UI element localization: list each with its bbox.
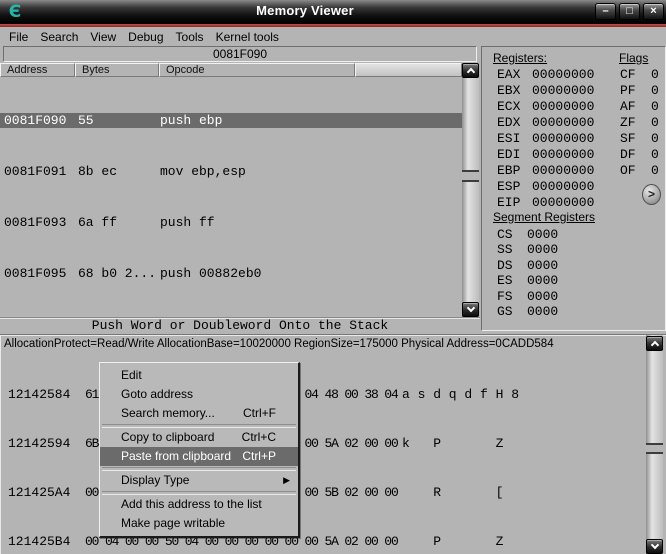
flag-row: DF 0 (620, 147, 659, 162)
menu-item-search[interactable]: Search (34, 29, 84, 45)
chevron-up-icon (650, 340, 659, 350)
mem-address: 12142584 (8, 387, 71, 402)
disassembly-rows: 0081F090 55 push ebp 0081F091 8b ec mov ebp,… (0, 77, 462, 317)
disassembly-scrollbar[interactable] (462, 63, 479, 317)
row-opcode: push ebp (160, 113, 223, 128)
shortcut-label: Ctrl+C (241, 430, 276, 444)
menu-item-kernel-tools[interactable]: Kernel tools (210, 29, 285, 45)
scroll-down-button[interactable] (462, 302, 479, 317)
register-row: EBX 00000000 (497, 83, 595, 98)
menu-item-debug[interactable]: Debug (122, 29, 169, 45)
register-row: EIP 00000000 (497, 195, 595, 210)
context-menu: Edit Goto address Search memory... Ctrl+F… (99, 362, 300, 538)
flag-row: AF 0 (620, 99, 659, 114)
mem-ascii: a s d q d f H 8 (402, 387, 527, 402)
context-menu-item-goto-address[interactable]: Goto address (100, 385, 298, 404)
memory-scrollbar[interactable] (646, 335, 663, 554)
shortcut-label: Ctrl+P (242, 449, 276, 463)
context-menu-item-display-type[interactable]: Display Type ▶ (100, 471, 298, 490)
registers-label: Registers: (493, 51, 548, 65)
register-row: ECX 00000000 (497, 99, 595, 114)
segment-row: GS 0000 (497, 304, 559, 319)
column-header-address[interactable]: Address (0, 63, 75, 77)
disasm-row[interactable]: 0081F090 55 push ebp (0, 113, 462, 128)
column-header-opcode[interactable]: Opcode (159, 63, 355, 77)
menu-bar: File Search View Debug Tools Kernel tool… (0, 27, 666, 46)
segment-row: FS 0000 (497, 289, 559, 304)
menu-item-file[interactable]: File (3, 29, 34, 45)
column-header-blank (355, 63, 462, 77)
title-bar: Є Memory Viewer – □ × (0, 0, 666, 24)
register-row: EAX 00000000 (497, 67, 595, 82)
allocation-info-line: AllocationProtect=Read/Write AllocationB… (4, 338, 554, 350)
disasm-row[interactable]: 0081F095 68 b0 2... push 00882eb0 (0, 266, 462, 281)
address-input[interactable]: 0081F090 (3, 46, 477, 62)
memory-row[interactable]: 121425946B 04 00 00 50 04 00 00 00 00 00… (0, 437, 646, 450)
context-menu-item-make-page-writable[interactable]: Make page writable (100, 514, 298, 533)
register-row: ESI 00000000 (497, 131, 595, 146)
segment-row: SS 0000 (497, 242, 559, 257)
column-header-bytes[interactable]: Bytes (75, 63, 159, 77)
flag-row: CF 0 (620, 67, 659, 82)
disasm-row[interactable]: 0081F093 6a ff push ff (0, 215, 462, 230)
chevron-up-icon (466, 67, 475, 77)
scroll-up-button[interactable] (462, 63, 479, 78)
step-button[interactable]: > (642, 184, 661, 205)
scroll-down-button[interactable] (646, 539, 663, 554)
scroll-thumb[interactable] (462, 170, 479, 182)
registers-panel: Registers: Flags EAX 00000000 EBX 00000000… (481, 46, 666, 331)
context-menu-item-add-address-to-list[interactable]: Add this address to the list (100, 495, 298, 514)
memory-row[interactable]: 121425A400 04 00 00 52 04 00 00 00 00 00… (0, 486, 646, 499)
register-row: ESP 00000000 (497, 179, 595, 194)
disassembly-panel: Address Bytes Opcode 0081F090 55 push ebp … (0, 63, 480, 317)
shortcut-label: Ctrl+F (243, 406, 276, 420)
flag-row: OF 0 (620, 163, 659, 178)
disassembly-header: Address Bytes Opcode (0, 63, 462, 77)
context-menu-item-copy-to-clipboard[interactable]: Copy to clipboard Ctrl+C (100, 428, 298, 447)
segment-row: ES 0000 (497, 273, 559, 288)
minimize-button[interactable]: – (595, 3, 616, 20)
instruction-hint-bar: Push Word or Doubleword Onto the Stack (0, 317, 480, 334)
memory-rows: 1214258461 04 73 04 64 04 71 04 64 04 66… (0, 352, 646, 554)
row-address: 0081F090 (4, 113, 67, 128)
chevron-down-icon (466, 303, 475, 313)
register-row: EDI 00000000 (497, 147, 595, 162)
scroll-up-button[interactable] (646, 336, 663, 351)
flag-row: SF 0 (620, 131, 659, 146)
memory-row[interactable]: 1214258461 04 73 04 64 04 71 04 64 04 66… (0, 388, 646, 401)
window-controls: – □ × (595, 3, 664, 20)
submenu-arrow-icon: ▶ (283, 475, 290, 485)
context-menu-item-edit[interactable]: Edit (100, 366, 298, 385)
menu-item-tools[interactable]: Tools (170, 29, 210, 45)
segment-row: CS 0000 (497, 227, 559, 242)
flag-row: PF 0 (620, 83, 659, 98)
chevron-down-icon (650, 540, 659, 550)
disasm-row[interactable]: 0081F091 8b ec mov ebp,esp (0, 164, 462, 179)
context-menu-item-paste-from-clipboard[interactable]: Paste from clipboard Ctrl+P (100, 447, 298, 466)
row-bytes: 55 (78, 113, 94, 128)
register-row: EBP 00000000 (497, 163, 595, 178)
segment-registers-label: Segment Registers (493, 210, 596, 224)
flags-label: Flags (619, 51, 649, 65)
scroll-thumb[interactable] (646, 443, 663, 454)
memory-row[interactable]: 121425B4 00 04 00 00 50 04 00 00 00 00 00… (0, 535, 646, 548)
maximize-button[interactable]: □ (619, 3, 640, 20)
context-menu-item-search-memory[interactable]: Search memory... Ctrl+F (100, 404, 298, 423)
menu-item-view[interactable]: View (84, 29, 122, 45)
flag-row: ZF 0 (620, 115, 659, 130)
window-title: Memory Viewer (256, 3, 354, 18)
close-button[interactable]: × (643, 3, 664, 20)
register-row: EDX 00000000 (497, 115, 595, 130)
segment-row: DS 0000 (497, 258, 559, 273)
